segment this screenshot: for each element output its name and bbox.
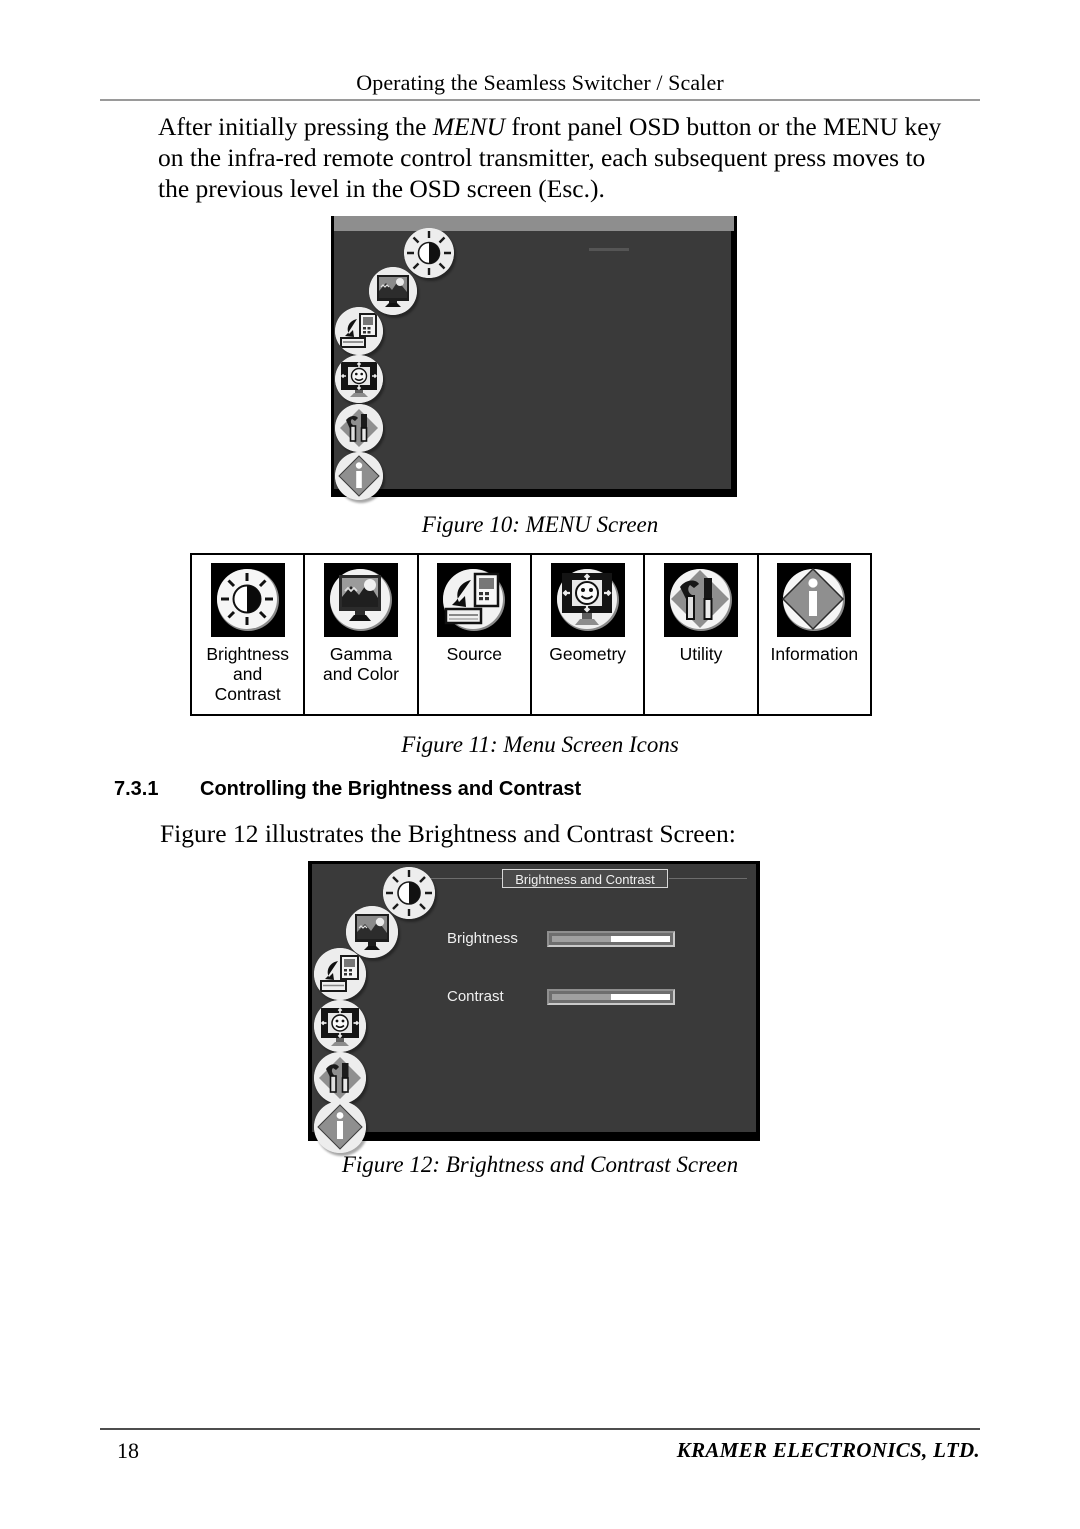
brightness-slider-groove bbox=[552, 935, 670, 942]
table-cell-geometry: Geometry bbox=[532, 555, 646, 714]
information-icon-glyph bbox=[314, 1101, 366, 1153]
contrast-label: Contrast bbox=[447, 988, 504, 1005]
gamma-color-icon-glyph bbox=[369, 267, 417, 315]
table-cell-utility: Utility bbox=[645, 555, 759, 714]
osd-title-rule-right bbox=[669, 878, 747, 879]
information-icon bbox=[777, 563, 852, 637]
source-osd-icon[interactable] bbox=[314, 948, 366, 1000]
information-osd-icon[interactable] bbox=[314, 1101, 366, 1153]
source-icon-glyph bbox=[314, 948, 366, 1000]
geometry-osd-icon[interactable] bbox=[314, 1000, 366, 1052]
table-cell-label: Brightness and Contrast bbox=[206, 644, 289, 704]
menu-emphasis: MENU bbox=[432, 112, 506, 141]
osd-titlebar bbox=[334, 216, 734, 231]
brightness-control-row: Brightness bbox=[447, 930, 675, 947]
geometry-osd-icon[interactable] bbox=[335, 355, 383, 403]
table-cell-label: Information bbox=[770, 644, 859, 664]
geometry-icon-glyph bbox=[550, 563, 625, 637]
company-name: KRAMER ELECTRONICS, LTD. bbox=[676, 1438, 980, 1462]
utility-icon-glyph bbox=[663, 563, 738, 637]
osd-title-dots bbox=[589, 248, 629, 251]
page-number: 18 bbox=[117, 1438, 139, 1463]
table-cell-information: Information bbox=[759, 555, 870, 714]
table-cell-label: Utility bbox=[679, 644, 723, 664]
contrast-slider-groove bbox=[552, 993, 670, 1000]
section-intro-text: Figure 12 illustrates the Brightness and… bbox=[160, 819, 736, 848]
contrast-control-row: Contrast bbox=[447, 988, 675, 1005]
table-cell-brightness-contrast: Brightness and Contrast bbox=[192, 555, 306, 714]
brightness-contrast-osd-icon[interactable] bbox=[383, 867, 435, 919]
utility-osd-icon[interactable] bbox=[335, 404, 383, 452]
table-cell-label: Gamma and Color bbox=[323, 644, 399, 684]
menu-icons-table: BrightnessandContrast Gammaand Color bbox=[190, 553, 872, 716]
menu-screen-figure bbox=[331, 216, 737, 500]
table-cell-label: Geometry bbox=[549, 644, 627, 664]
geometry-icon-glyph bbox=[335, 355, 383, 403]
gamma-color-osd-icon[interactable] bbox=[346, 906, 398, 958]
osd-screen-body: Brightness and Contrast Brightness Contr… bbox=[312, 864, 756, 1132]
intro-paragraph: After initially pressing the MENU front … bbox=[158, 111, 958, 204]
brightness-slider-fill bbox=[552, 935, 611, 942]
brightness-slider[interactable] bbox=[547, 930, 675, 947]
brightness-icon-glyph bbox=[383, 867, 435, 919]
section-title: Controlling the Brightness and Contrast bbox=[200, 778, 582, 800]
gamma-color-icon-glyph bbox=[323, 563, 398, 637]
osd-screen-title: Brightness and Contrast bbox=[502, 869, 668, 888]
utility-icon-glyph bbox=[335, 404, 383, 452]
brightness-icon bbox=[210, 563, 285, 637]
contrast-slider-fill bbox=[552, 993, 611, 1000]
information-icon-glyph bbox=[777, 563, 852, 637]
header-rule bbox=[100, 99, 980, 101]
section-number: 7.3.1 bbox=[114, 778, 159, 800]
contrast-slider[interactable] bbox=[547, 988, 675, 1005]
source-icon-glyph bbox=[437, 563, 512, 637]
table-cell-label: Source bbox=[446, 644, 503, 664]
source-icon-glyph bbox=[335, 307, 383, 355]
document-page: Operating the Seamless Switcher / Scaler… bbox=[0, 0, 1080, 1529]
running-head: Operating the Seamless Switcher / Scaler bbox=[356, 70, 724, 95]
brightness-icon-glyph bbox=[404, 228, 454, 278]
footer-rule bbox=[100, 1428, 980, 1430]
information-osd-icon[interactable] bbox=[335, 452, 383, 500]
source-icon bbox=[437, 563, 512, 637]
table-cell-gamma-color: Gamma and Color bbox=[305, 555, 419, 714]
geometry-icon bbox=[550, 563, 625, 637]
brightness-label: Brightness bbox=[447, 930, 518, 947]
table-cell-source: Source bbox=[419, 555, 532, 714]
brightness-icon-glyph bbox=[210, 563, 285, 637]
paragraph-text-before: After initially pressing the bbox=[158, 112, 433, 141]
gamma-color-osd-icon[interactable] bbox=[369, 267, 417, 315]
brightness-contrast-screen-figure: Brightness and Contrast Brightness Contr… bbox=[308, 861, 760, 1153]
geometry-icon-glyph bbox=[314, 1000, 366, 1052]
gamma-color-icon bbox=[323, 563, 398, 637]
information-icon-glyph bbox=[335, 452, 383, 500]
utility-icon-glyph bbox=[314, 1052, 366, 1104]
source-osd-icon[interactable] bbox=[335, 307, 383, 355]
figure11-caption: Figure 11: Menu Screen Icons bbox=[401, 732, 679, 757]
utility-icon bbox=[663, 563, 738, 637]
figure12-caption: Figure 12: Brightness and Contrast Scree… bbox=[341, 1152, 739, 1177]
gamma-color-icon-glyph bbox=[346, 906, 398, 958]
utility-osd-icon[interactable] bbox=[314, 1052, 366, 1104]
figure10-caption: Figure 10: MENU Screen bbox=[421, 512, 659, 537]
brightness-contrast-osd-icon[interactable] bbox=[404, 228, 454, 278]
